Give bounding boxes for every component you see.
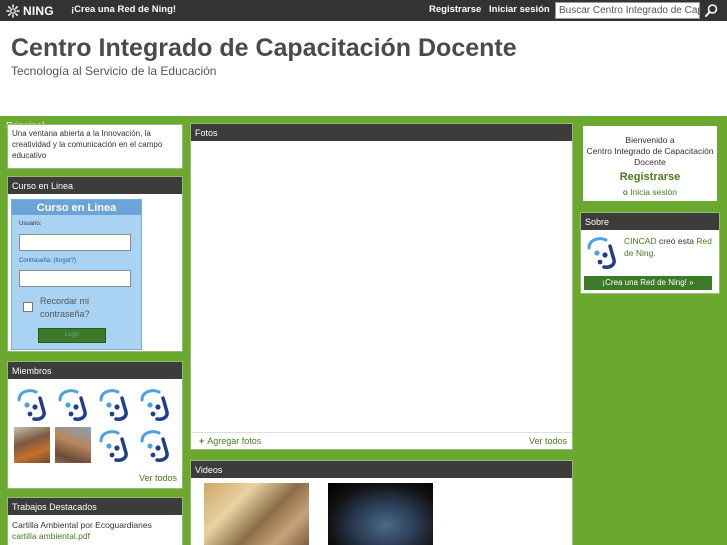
remember-checkbox[interactable] — [23, 302, 33, 312]
cincad-logo-icon[interactable] — [584, 234, 621, 271]
ver-todos-fotos-link[interactable]: Ver todos — [529, 436, 567, 446]
member-avatar[interactable] — [55, 386, 92, 423]
remember-label: Recordar mi contraseña? — [40, 296, 90, 319]
miembros-panel: Miembros Ver todos — [7, 361, 183, 489]
panel-header: Miembros — [8, 362, 182, 379]
search-icon[interactable] — [704, 3, 719, 18]
site-header: Centro Integrado de Capacitación Docente… — [0, 21, 727, 137]
welcome-login-line: o Inicia sesión — [623, 187, 677, 197]
welcome-text: Bienvenido a Centro Integrado de Capacita… — [586, 135, 714, 167]
top-registrarse-link[interactable]: Registrarse — [429, 4, 481, 15]
trabajo-title: Cartilla Ambiental por Ecoguardianes — [12, 520, 152, 530]
crea-red-button[interactable]: ¡Crea una Red de Ning! » — [584, 276, 712, 290]
site-title[interactable]: Centro Integrado de Capacitación Docente — [11, 34, 517, 63]
usuario-field[interactable] — [19, 234, 131, 251]
ning-gear-icon — [6, 3, 20, 18]
login-button[interactable]: Login — [38, 328, 106, 343]
top-iniciar-sesion-link[interactable]: Iniciar sesión — [489, 4, 550, 15]
panel-header: Trabajos Destacados — [8, 498, 182, 515]
login-widget-title: Curso en Linea — [12, 200, 141, 215]
password-field[interactable] — [19, 270, 131, 287]
video-thumbnail[interactable] — [328, 483, 433, 545]
video-thumbnail[interactable] — [204, 483, 309, 545]
site-tagline: Tecnología al Servicio de la Educación — [11, 64, 217, 78]
login-widget: Curso en Linea Usuario: Contraseña: (for… — [11, 199, 142, 350]
panel-header: Fotos — [191, 124, 572, 141]
welcome-box: Bienvenido a Centro Integrado de Capacita… — [580, 123, 720, 204]
panel-header: Curso en Linea — [8, 177, 182, 194]
fotos-panel: Fotos + Agregar fotos Ver todos — [190, 123, 573, 450]
trabajo-file-link[interactable]: cartilla ambiental.pdf — [12, 531, 90, 541]
panel-header: Videos — [191, 461, 572, 478]
ning-logo[interactable]: NING — [6, 3, 54, 18]
sobre-text: CINCAD creó esta Red de Ning. — [624, 236, 712, 258]
member-avatar[interactable] — [96, 427, 133, 464]
crea-red-link[interactable]: ¡Crea una Red de Ning! — [71, 4, 176, 15]
trabajos-destacados-panel: Trabajos Destacados Cartilla Ambiental p… — [7, 497, 183, 545]
fotos-footer: + Agregar fotos Ver todos — [191, 432, 572, 449]
registrarse-link[interactable]: Registrarse — [583, 171, 717, 183]
curso-en-linea-panel: Curso en Linea Curso en Linea Usuario: C… — [7, 176, 183, 352]
sobre-panel: Sobre CINCAD creó esta Red de Ning. ¡Cre… — [580, 212, 720, 294]
member-photo[interactable] — [14, 427, 50, 463]
plus-icon: + — [199, 436, 205, 446]
panel-header: Sobre — [581, 213, 719, 230]
agregar-fotos-link[interactable]: + Agregar fotos — [199, 436, 261, 446]
about-description: Una ventana abierta a la Innovación, la … — [7, 124, 183, 169]
inicia-sesion-link[interactable]: Inicia sesión — [630, 187, 677, 197]
cincad-link[interactable]: CINCAD — [624, 236, 657, 246]
videos-panel: Videos — [190, 460, 573, 545]
member-photo[interactable] — [55, 427, 91, 463]
password-label: Contraseña: (forgot?) — [19, 258, 77, 264]
members-grid — [14, 386, 178, 466]
ning-wordmark: NING — [23, 3, 54, 18]
usuario-label: Usuario: — [19, 221, 42, 227]
ning-top-bar: NING ¡Crea una Red de Ning! Registrarse … — [0, 0, 727, 21]
search-input[interactable]: Buscar Centro Integrado de Capa — [555, 2, 700, 19]
member-avatar[interactable] — [96, 386, 133, 423]
member-avatar[interactable] — [14, 386, 51, 423]
member-avatar[interactable] — [137, 427, 174, 464]
ver-todos-miembros-link[interactable]: Ver todos — [139, 473, 177, 483]
forgot-link[interactable]: (forgot?) — [53, 258, 76, 264]
member-avatar[interactable] — [137, 386, 174, 423]
